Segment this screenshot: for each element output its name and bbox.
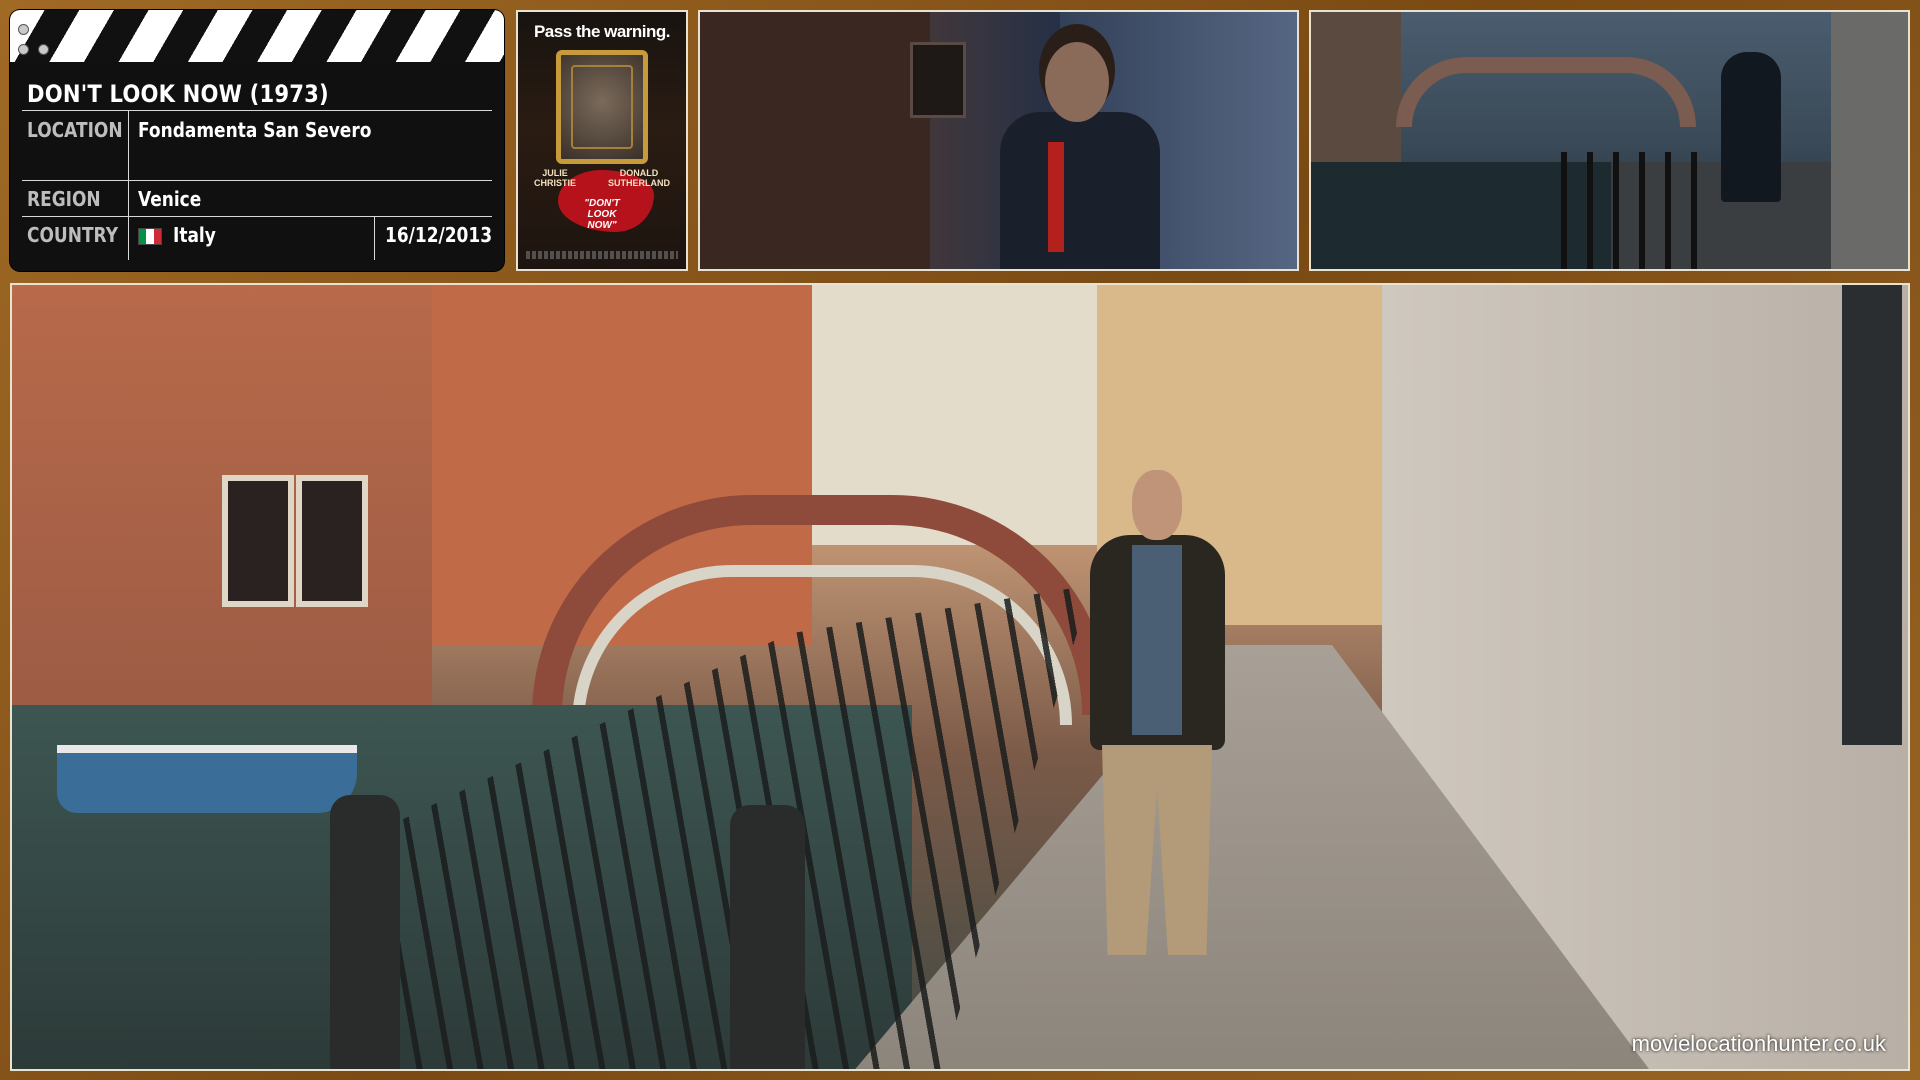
poster-portrait-image bbox=[556, 50, 648, 164]
flag-stripe bbox=[153, 229, 161, 244]
poster-tagline: Pass the warning. bbox=[533, 22, 671, 41]
location-photo: movielocationhunter.co.uk bbox=[10, 283, 1910, 1071]
poster-credits bbox=[526, 251, 678, 259]
photo-boat bbox=[57, 745, 357, 813]
divider bbox=[374, 216, 375, 260]
country-value: Italy bbox=[173, 223, 216, 247]
clapper-hinge-icon bbox=[38, 44, 49, 55]
flag-stripe bbox=[139, 229, 147, 244]
location-value: Fondamenta San Severo bbox=[138, 118, 372, 142]
still-figure-coat bbox=[1000, 112, 1160, 269]
photo-window bbox=[222, 475, 294, 607]
divider bbox=[22, 216, 492, 217]
still-wall bbox=[700, 12, 930, 269]
film-poster: Pass the warning. JULIE CHRISTIE DONALD … bbox=[516, 10, 688, 271]
divider bbox=[22, 180, 492, 181]
film-still-2 bbox=[1309, 10, 1910, 271]
still-railing bbox=[1561, 152, 1711, 269]
poster-stars: JULIE CHRISTIE DONALD SUTHERLAND bbox=[518, 168, 686, 188]
watermark[interactable]: movielocationhunter.co.uk bbox=[1632, 1031, 1886, 1057]
photo-person-shirt bbox=[1132, 545, 1182, 735]
location-label: LOCATION bbox=[27, 118, 123, 142]
region-value: Venice bbox=[138, 187, 202, 211]
info-card: DON'T LOOK NOW (1973) LOCATION Fondament… bbox=[10, 10, 504, 271]
photo-bollard bbox=[330, 795, 400, 1069]
region-label: REGION bbox=[27, 187, 101, 211]
photo-person-head bbox=[1132, 470, 1182, 540]
clapper-hinge-icon bbox=[18, 44, 29, 55]
photo-right-window bbox=[1842, 285, 1902, 745]
poster-star-1: JULIE CHRISTIE bbox=[533, 168, 576, 188]
still-figure-head bbox=[1045, 42, 1109, 122]
photo-window bbox=[296, 475, 368, 607]
divider bbox=[128, 110, 129, 260]
film-still-1 bbox=[698, 10, 1299, 271]
divider bbox=[22, 110, 492, 111]
photo-bollard bbox=[730, 805, 805, 1069]
visit-date: 16/12/2013 bbox=[385, 223, 493, 247]
flag-stripe bbox=[146, 229, 154, 244]
film-title: DON'T LOOK NOW (1973) bbox=[27, 80, 329, 108]
poster-star-2: DONALD SUTHERLAND bbox=[607, 168, 670, 188]
poster-film-title: "DON'T LOOK NOW" bbox=[584, 198, 620, 231]
still-right-wall bbox=[1831, 12, 1908, 269]
italy-flag-icon bbox=[138, 228, 162, 245]
country-label: COUNTRY bbox=[27, 223, 119, 247]
still-window bbox=[910, 42, 966, 118]
clapper-hinge-icon bbox=[18, 24, 29, 35]
still-figure-scarf bbox=[1048, 142, 1064, 252]
still-bridge bbox=[1396, 57, 1696, 127]
still-figure bbox=[1721, 52, 1781, 202]
clapper-stripes bbox=[10, 10, 504, 62]
